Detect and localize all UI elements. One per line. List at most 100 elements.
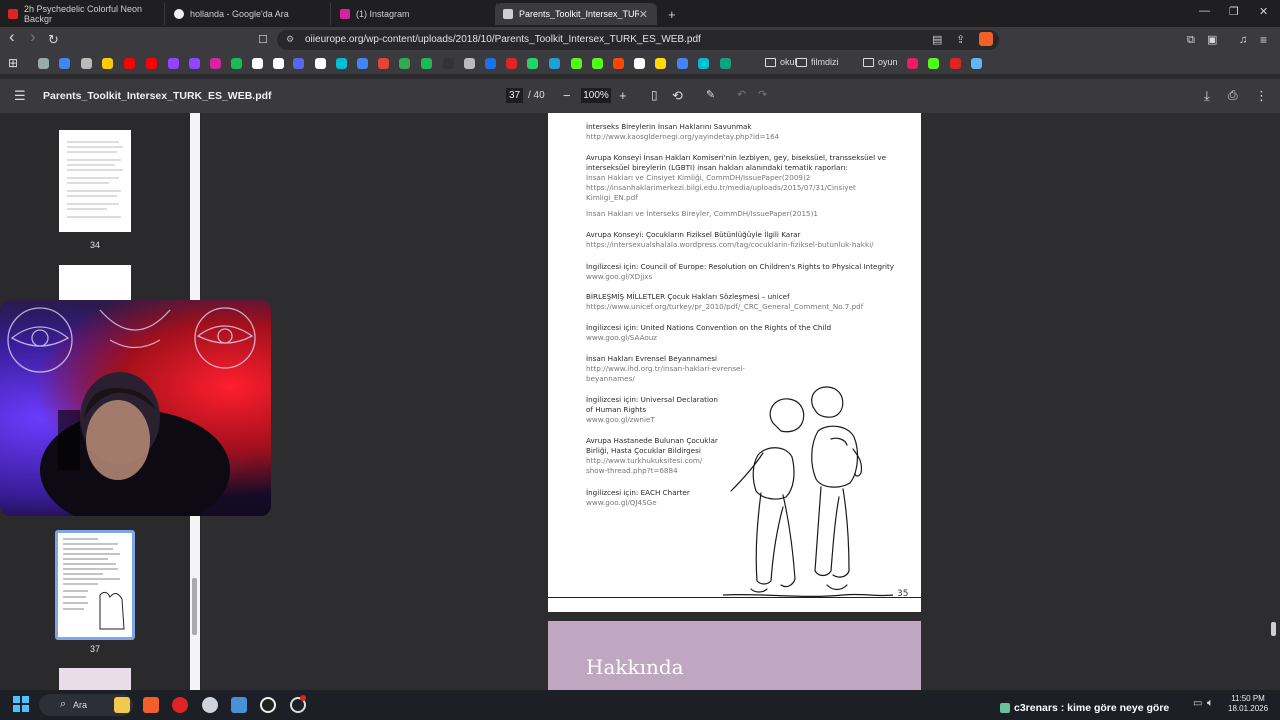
reference-link[interactable]: http://www.ihd.org.tr/insan-haklari-evre… [586, 364, 756, 374]
tab-google[interactable]: hollanda - Google'da Ara [166, 3, 331, 25]
close-tab-icon[interactable]: ✕ [639, 8, 648, 21]
tab-youtube[interactable]: 2h Psychedelic Colorful Neon Backgr [0, 3, 165, 25]
page-number-input[interactable]: 37 [506, 88, 523, 103]
bookmark-site-icon[interactable] [485, 58, 496, 69]
annotate-icon[interactable]: ✎ [706, 88, 715, 101]
brave-browser-icon[interactable] [143, 697, 159, 713]
more-options-icon[interactable]: ⋮ [1255, 88, 1268, 104]
page-thumbnail[interactable] [59, 130, 131, 232]
reference-link[interactable]: show-thread.php?t=6884 [586, 466, 726, 476]
rotate-icon[interactable]: ⟲ [672, 88, 683, 104]
bookmark-site-icon[interactable] [378, 58, 389, 69]
undo-icon[interactable]: ↶ [737, 88, 746, 101]
bookmark-icon[interactable]: ☐ [258, 33, 268, 47]
bookmark-site-icon[interactable] [655, 58, 666, 69]
bookmark-site-icon[interactable] [464, 58, 475, 69]
bookmark-site-icon[interactable] [506, 58, 517, 69]
page-thumbnail-current[interactable] [55, 530, 135, 640]
menu-icon[interactable]: ≡ [1260, 33, 1267, 47]
sidebar-scroll-thumb[interactable] [192, 578, 197, 635]
reference-link[interactable]: https://www.unicef.org/turkey/pr_2010/pd… [586, 302, 896, 312]
minimize-button[interactable]: — [1199, 5, 1210, 17]
reference-link[interactable]: www.goo.gl/QJ4SGe [586, 498, 726, 508]
bookmark-site-icon[interactable] [102, 58, 113, 69]
share-icon[interactable]: ⇪ [956, 33, 965, 46]
reference-link[interactable]: https://insanhaklarimerkezi.bilgi.edu.tr… [586, 183, 896, 203]
network-icon[interactable]: ▭ [1193, 698, 1202, 709]
bookmark-folder-okul[interactable]: okul [765, 57, 797, 67]
bookmark-site-icon[interactable] [146, 58, 157, 69]
bookmark-site-icon[interactable] [950, 58, 961, 69]
restore-button[interactable]: ❐ [1229, 5, 1239, 18]
sidebar-toggle-icon[interactable]: ☰ [14, 88, 26, 104]
url-text[interactable]: oiieurope.org/wp-content/uploads/2018/10… [305, 34, 701, 45]
app-icon[interactable] [202, 697, 218, 713]
reference-link[interactable]: www.goo.gl/SAAouz [586, 333, 896, 343]
bookmark-site-icon[interactable] [971, 58, 982, 69]
zoom-in-button[interactable]: + [619, 88, 627, 103]
address-bar[interactable]: ⚙ oiieurope.org/wp-content/uploads/2018/… [277, 30, 999, 50]
bookmark-site-icon[interactable] [189, 58, 200, 69]
bookmark-site-icon[interactable] [252, 58, 263, 69]
bookmark-site-icon[interactable] [357, 58, 368, 69]
forward-button[interactable]: › [30, 28, 36, 45]
reference-link[interactable]: http://www.turkhukuksitesi.com/ [586, 456, 726, 466]
tab-instagram[interactable]: (1) Instagram [332, 3, 497, 25]
bookmark-site-icon[interactable] [421, 58, 432, 69]
reload-button[interactable]: ↻ [48, 33, 59, 47]
bookmark-site-icon[interactable] [592, 58, 603, 69]
brave-shields-icon[interactable] [979, 32, 993, 46]
bookmark-site-icon[interactable] [399, 58, 410, 69]
photos-icon[interactable] [231, 697, 247, 713]
reader-icon[interactable]: ▤ [932, 33, 942, 46]
bookmark-site-icon[interactable] [168, 58, 179, 69]
new-tab-button[interactable]: + [660, 3, 680, 25]
bookmark-site-icon[interactable] [571, 58, 582, 69]
close-window-button[interactable]: ✕ [1259, 5, 1268, 18]
reference-link[interactable]: https://intersexualshalala.wordpress.com… [586, 240, 896, 250]
media-player-icon[interactable] [172, 697, 188, 713]
wallet-icon[interactable]: ▣ [1207, 33, 1217, 47]
bookmark-site-icon[interactable] [527, 58, 538, 69]
volume-icon[interactable]: 🔈︎ [1207, 697, 1214, 710]
zoom-level-input[interactable]: 100% [581, 88, 611, 103]
bookmark-site-icon[interactable] [273, 58, 284, 69]
viewer-scrollbar-thumb[interactable] [1271, 622, 1276, 636]
bookmark-site-icon[interactable] [549, 58, 560, 69]
bookmark-site-icon[interactable] [59, 58, 70, 69]
bookmark-site-icon[interactable] [231, 58, 242, 69]
windows-start-icon[interactable] [13, 696, 29, 712]
fit-page-icon[interactable]: ▯ [651, 88, 658, 102]
bookmark-site-icon[interactable] [720, 58, 731, 69]
redo-icon[interactable]: ↷ [758, 88, 767, 101]
zoom-out-button[interactable]: − [563, 88, 571, 103]
reference-link[interactable]: www.goo.gl/XDjjxs [586, 272, 896, 282]
bookmark-site-icon[interactable] [81, 58, 92, 69]
reference-link[interactable]: İnsan Hakları ve İnterseks Bireyler, Com… [586, 209, 896, 219]
bookmark-site-icon[interactable] [928, 58, 939, 69]
bookmark-folder-oyun[interactable]: oyun [863, 57, 898, 67]
bookmark-site-icon[interactable] [634, 58, 645, 69]
bookmark-folder-filmdizi[interactable]: filmdizi [796, 57, 839, 67]
bookmark-site-icon[interactable] [613, 58, 624, 69]
page-thumbnail[interactable] [59, 668, 131, 690]
bookmark-site-icon[interactable] [698, 58, 709, 69]
app-icon[interactable] [260, 697, 276, 713]
download-icon[interactable]: ⤓ [1204, 88, 1210, 104]
bookmark-site-icon[interactable] [336, 58, 347, 69]
print-icon[interactable]: ⎙ [1228, 88, 1238, 103]
tab-pdf[interactable]: Parents_Toolkit_Intersex_TURK_E ✕ [495, 3, 657, 25]
bookmark-site-icon[interactable] [443, 58, 454, 69]
extensions-icon[interactable]: ⧉ [1187, 33, 1195, 47]
reference-link[interactable]: İnsan Hakları ve Cinsiyet Kimliği, CommD… [586, 173, 896, 183]
reference-link[interactable]: www.goo.gl/zwnieT [586, 415, 726, 425]
bookmark-site-icon[interactable] [210, 58, 221, 69]
media-icon[interactable]: ♫ [1239, 33, 1247, 47]
file-explorer-icon[interactable] [114, 697, 130, 713]
page-thumbnail[interactable] [59, 265, 131, 305]
bookmark-site-icon[interactable] [293, 58, 304, 69]
bookmark-site-icon[interactable] [38, 58, 49, 69]
bookmark-site-icon[interactable] [677, 58, 688, 69]
apps-grid-icon[interactable]: ⊞ [8, 56, 18, 70]
site-info-icon[interactable]: ⚙ [286, 34, 294, 45]
